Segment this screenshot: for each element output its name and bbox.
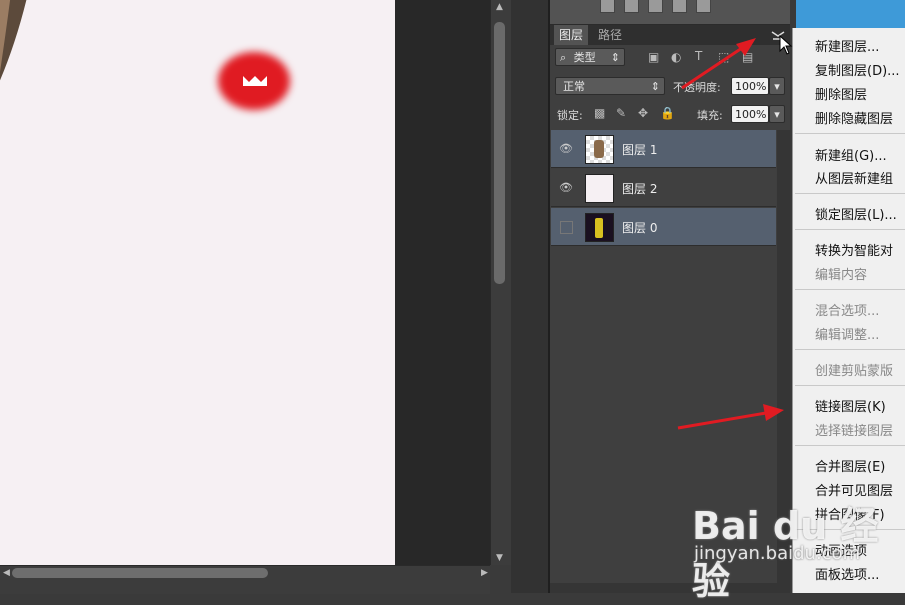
scroll-down-arrow-icon[interactable]: ▼ [496, 553, 503, 563]
menu-item-new-group[interactable]: 新建组(G)... [815, 145, 887, 164]
layer-name[interactable]: 图层 2 [622, 180, 657, 197]
solid-color-icon[interactable] [696, 0, 711, 13]
menu-item-link-layers[interactable]: 链接图层(K) [815, 396, 886, 415]
menu-separator [795, 349, 905, 350]
menu-item-blending-options: 混合选项... [815, 304, 880, 319]
vertical-scroll-thumb[interactable] [494, 22, 505, 284]
eye-icon[interactable]: 👁 [559, 142, 573, 155]
opacity-input[interactable]: 100% [731, 77, 769, 95]
exposure-icon[interactable] [624, 0, 639, 13]
menu-separator [795, 133, 905, 134]
tab-paths[interactable]: 路径 [593, 25, 627, 45]
menu-separator [795, 385, 905, 386]
type-filter-icon[interactable]: T [695, 49, 702, 63]
menu-item-new-layer[interactable]: 新建图层... [815, 36, 879, 55]
menu-separator [795, 229, 905, 230]
layers-list: 👁 图层 1 👁 图层 2 图层 0 [551, 130, 776, 247]
menu-separator [795, 445, 905, 446]
lock-position-icon[interactable]: ✥ [638, 106, 648, 120]
layer-row[interactable]: 图层 0 [551, 208, 776, 246]
layer-filter-select[interactable]: ⌕ 类型 ⇕ [555, 48, 625, 66]
layer-filter-value: 类型 [573, 51, 596, 64]
menu-item-edit-adjustment: 编辑调整... [815, 328, 880, 343]
scroll-up-arrow-icon[interactable]: ▲ [496, 2, 503, 12]
fill-dropdown-icon[interactable]: ▾ [769, 105, 785, 123]
menu-item-delete-layer[interactable]: 删除图层 [815, 84, 867, 103]
menu-item-new-group-from-layers[interactable]: 从图层新建组 [815, 168, 893, 187]
scroll-left-arrow-icon[interactable]: ◀ [3, 568, 10, 578]
adjustment-filter-icon[interactable]: ◐ [671, 50, 681, 64]
document-canvas[interactable] [0, 0, 395, 565]
window-background [796, 0, 905, 28]
menu-item-duplicate-layer[interactable]: 复制图层(D)... [815, 60, 900, 79]
menu-item-edit-contents: 编辑内容 [815, 268, 868, 283]
baidu-jingyan-watermark: Bai du 经验 jingyan.baidu.com [692, 495, 902, 603]
menu-item-lock-layers[interactable]: 锁定图层(L)... [815, 204, 897, 223]
fill-label: 填充: [697, 109, 723, 122]
horizontal-scroll-thumb[interactable] [12, 568, 268, 578]
opacity-dropdown-icon[interactable]: ▾ [769, 77, 785, 95]
spinner-icon: ⇕ [650, 80, 660, 93]
tab-layers[interactable]: 图层 [554, 25, 589, 45]
lock-label: 锁定: [557, 109, 583, 122]
menu-item-create-clipping-mask: 创建剪贴蒙版 [815, 364, 894, 379]
lock-pixels-icon[interactable]: ✎ [616, 106, 626, 120]
spinner-icon: ⇕ [610, 51, 620, 64]
adjustments-strip [550, 0, 790, 25]
canvas-pasteboard [395, 0, 490, 565]
scroll-right-arrow-icon[interactable]: ▶ [481, 568, 488, 578]
smart-object-filter-icon[interactable]: ▤ [742, 50, 753, 64]
pixel-filter-icon[interactable]: ▣ [648, 50, 659, 64]
fill-input[interactable]: 100% [731, 105, 769, 123]
menu-separator [795, 289, 905, 290]
eye-icon[interactable]: 👁 [559, 181, 573, 194]
white-mark [243, 76, 267, 86]
search-icon: ⌕ [560, 51, 567, 64]
menu-item-merge-layers[interactable]: 合并图层(E) [815, 456, 885, 475]
gradient-map-icon[interactable] [648, 0, 663, 13]
arm-image-fragment [0, 0, 27, 81]
menu-item-convert-smart-object[interactable]: 转换为智能对 [815, 240, 893, 259]
opacity-label: 不透明度: [673, 81, 721, 94]
selective-color-icon[interactable] [672, 0, 687, 13]
blend-mode-select[interactable]: 正常 ⇕ [555, 77, 665, 95]
lock-all-icon[interactable]: 🔒 [660, 106, 675, 120]
layer-thumbnail [585, 174, 614, 203]
layer-row[interactable]: 👁 图层 2 [551, 169, 776, 207]
shape-filter-icon[interactable]: ⬚ [718, 50, 729, 64]
panel-tab-bar: 图层 路径 [550, 25, 790, 45]
curves-icon[interactable] [600, 0, 615, 13]
blend-mode-value: 正常 [563, 80, 585, 93]
visibility-checkbox[interactable] [560, 221, 573, 234]
menu-item-delete-hidden-layers[interactable]: 删除隐藏图层 [815, 108, 893, 127]
layer-thumbnail [585, 135, 614, 164]
opacity-value: 100% [735, 80, 767, 93]
mouse-cursor-icon [779, 35, 793, 55]
menu-item-select-linked-layers: 选择链接图层 [815, 424, 894, 439]
layer-thumbnail [585, 213, 614, 242]
menu-separator [795, 193, 905, 194]
lock-transparent-icon[interactable]: ▩ [594, 106, 605, 120]
layer-name[interactable]: 图层 1 [622, 141, 657, 158]
watermark-url: jingyan.baidu.com [694, 543, 861, 564]
layer-row[interactable]: 👁 图层 1 [551, 130, 776, 168]
layer-name[interactable]: 图层 0 [622, 219, 657, 236]
panel-gutter [511, 0, 550, 593]
fill-value: 100% [735, 108, 767, 121]
